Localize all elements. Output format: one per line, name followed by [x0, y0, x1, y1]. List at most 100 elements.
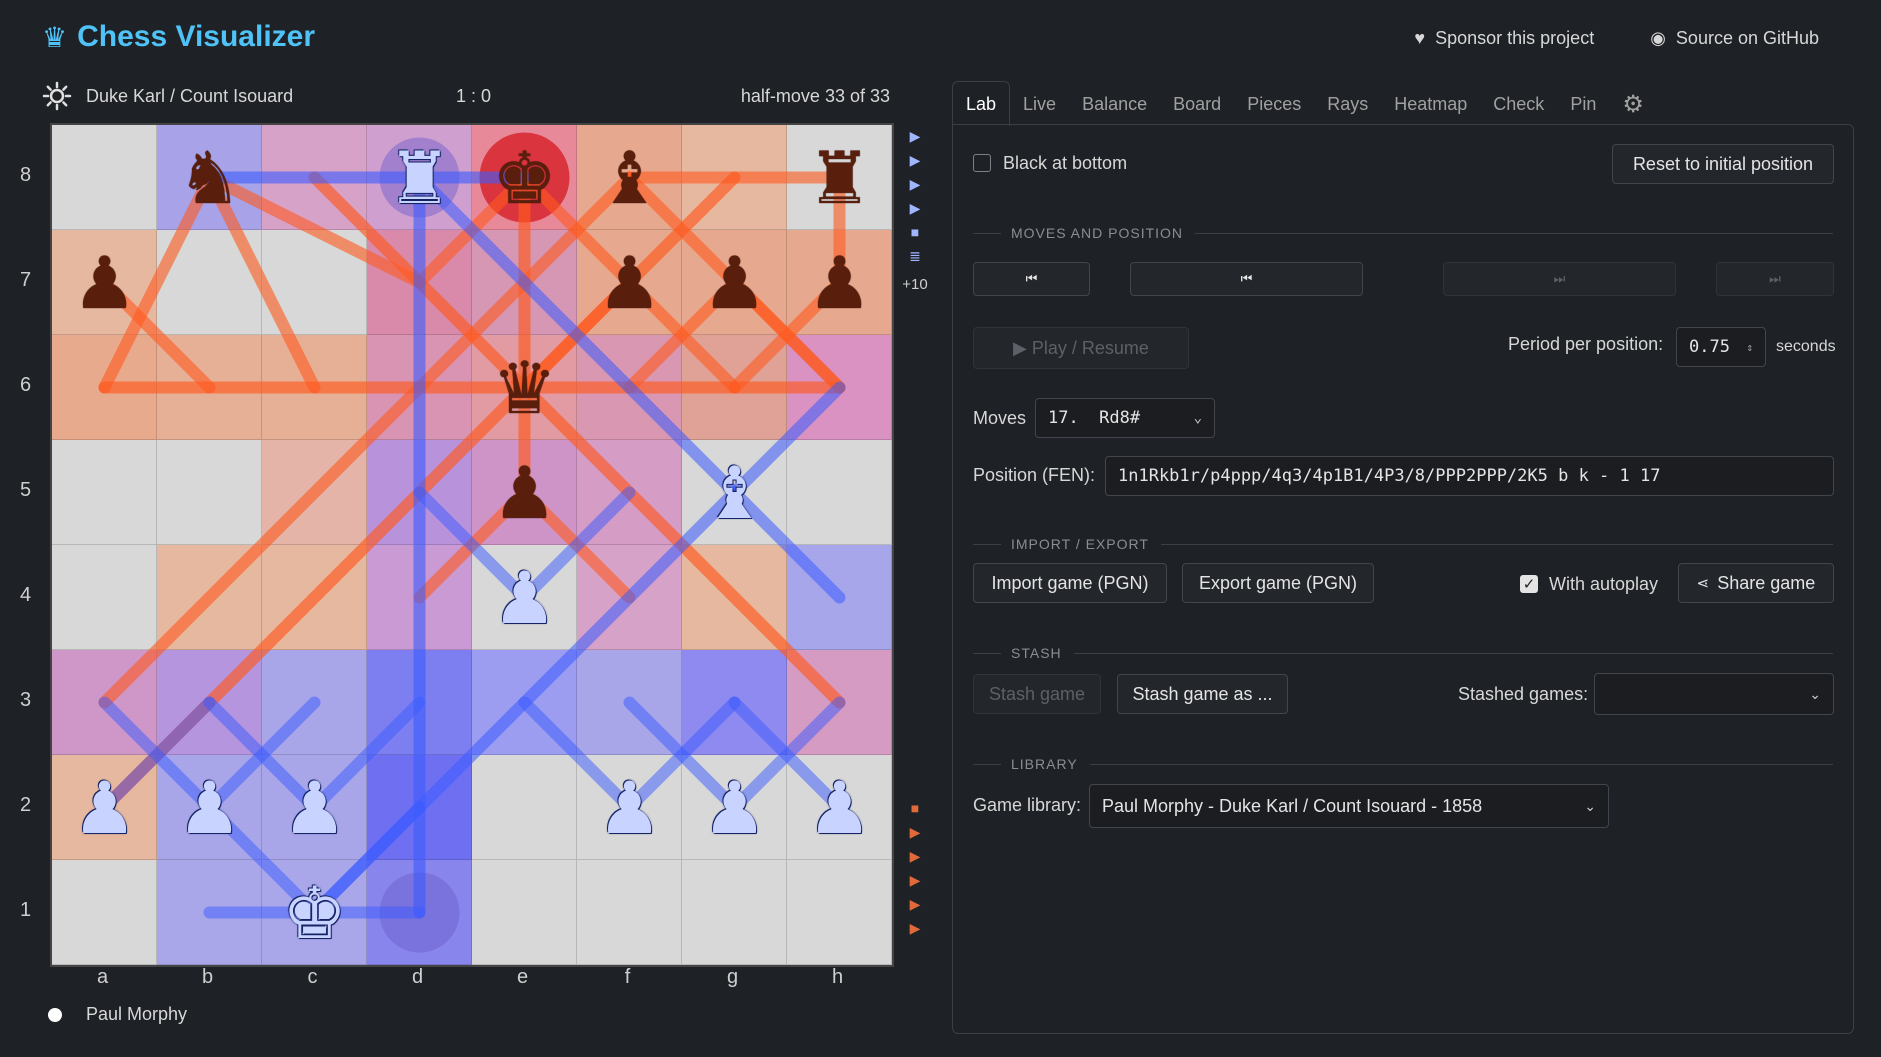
- import-pgn-button[interactable]: Import game (PGN): [973, 563, 1167, 603]
- tab-heatmap[interactable]: Heatmap: [1381, 82, 1480, 126]
- square-a3[interactable]: [52, 650, 157, 755]
- captured-knight-icon: ▶: [909, 152, 921, 168]
- chess-board[interactable]: ♞ ♜ ♚ ♝ ♜ ♟ ♟ ♟ ♟ ♛ ♟ ♝ ♟ ♟ ♟ ♟ ♟ ♟ ♟ ♚: [50, 123, 894, 967]
- square-d1[interactable]: [367, 860, 472, 965]
- square-g6[interactable]: [682, 335, 787, 440]
- white-player-name: Paul Morphy: [86, 1004, 188, 1024]
- white-rook-icon[interactable]: ♜: [367, 125, 472, 230]
- square-g8[interactable]: [682, 125, 787, 230]
- black-rook-icon[interactable]: ♜: [787, 125, 892, 230]
- square-d7[interactable]: [367, 230, 472, 335]
- square-f3[interactable]: [577, 650, 682, 755]
- autoplay-checkbox[interactable]: ✓: [1520, 575, 1538, 593]
- file-label: b: [201, 966, 214, 988]
- tab-rays[interactable]: Rays: [1314, 82, 1381, 126]
- white-king-icon[interactable]: ♚: [262, 860, 367, 965]
- stash-game-as-button[interactable]: Stash game as ...: [1117, 674, 1288, 714]
- square-c6[interactable]: [262, 335, 367, 440]
- black-pawn-icon[interactable]: ♟: [472, 440, 577, 545]
- square-h5[interactable]: [787, 440, 892, 545]
- period-input[interactable]: 0.75 ⇕: [1676, 327, 1766, 367]
- square-h3[interactable]: [787, 650, 892, 755]
- stashed-games-select[interactable]: ⌄: [1594, 673, 1834, 715]
- square-h1[interactable]: [787, 860, 892, 965]
- square-g3[interactable]: [682, 650, 787, 755]
- first-move-button[interactable]: ⏮: [973, 262, 1090, 296]
- stash-game-button[interactable]: Stash game: [973, 674, 1101, 714]
- square-c4[interactable]: [262, 545, 367, 650]
- square-b1[interactable]: [157, 860, 262, 965]
- square-f5[interactable]: [577, 440, 682, 545]
- white-bishop-icon[interactable]: ♝: [682, 440, 787, 545]
- square-h6[interactable]: [787, 335, 892, 440]
- tab-board[interactable]: Board: [1160, 82, 1234, 126]
- square-e1[interactable]: [472, 860, 577, 965]
- tab-pieces[interactable]: Pieces: [1234, 82, 1314, 126]
- square-g4[interactable]: [682, 545, 787, 650]
- square-d4[interactable]: [367, 545, 472, 650]
- black-knight-icon[interactable]: ♞: [157, 125, 262, 230]
- square-e2[interactable]: [472, 755, 577, 860]
- square-a4[interactable]: [52, 545, 157, 650]
- play-resume-button[interactable]: ▶ Play / Resume: [973, 327, 1189, 369]
- square-e3[interactable]: [472, 650, 577, 755]
- last-move-button[interactable]: ⏭: [1716, 262, 1834, 296]
- tab-balance[interactable]: Balance: [1069, 82, 1160, 126]
- black-at-bottom-checkbox[interactable]: [973, 154, 991, 172]
- square-d6[interactable]: [367, 335, 472, 440]
- square-d2[interactable]: [367, 755, 472, 860]
- black-king-icon[interactable]: ♚: [472, 125, 577, 230]
- white-pawn-icon[interactable]: ♟: [472, 545, 577, 650]
- tab-check[interactable]: Check: [1480, 82, 1557, 126]
- black-pawn-icon[interactable]: ♟: [787, 230, 892, 335]
- square-a5[interactable]: [52, 440, 157, 545]
- square-f1[interactable]: [577, 860, 682, 965]
- square-d5[interactable]: [367, 440, 472, 545]
- square-b7[interactable]: [157, 230, 262, 335]
- square-e7[interactable]: [472, 230, 577, 335]
- tab-pin[interactable]: Pin: [1557, 82, 1609, 126]
- square-b4[interactable]: [157, 545, 262, 650]
- white-pawn-icon[interactable]: ♟: [52, 755, 157, 860]
- captured-pawn-icon: ▶: [909, 872, 921, 888]
- github-link[interactable]: ◉ Source on GitHub: [1650, 28, 1819, 49]
- white-pawn-icon[interactable]: ♟: [262, 755, 367, 860]
- square-d3[interactable]: [367, 650, 472, 755]
- fen-input[interactable]: 1n1Rkb1r/p4ppp/4q3/4p1B1/4P3/8/PPP2PPP/2…: [1105, 456, 1834, 496]
- square-a1[interactable]: [52, 860, 157, 965]
- square-c5[interactable]: [262, 440, 367, 545]
- square-c7[interactable]: [262, 230, 367, 335]
- moves-select[interactable]: 17. Rd8# ⌄: [1035, 398, 1215, 438]
- tab-live[interactable]: Live: [1010, 82, 1069, 126]
- square-c8[interactable]: [262, 125, 367, 230]
- black-bishop-icon[interactable]: ♝: [577, 125, 682, 230]
- sponsor-link[interactable]: ♥ Sponsor this project: [1414, 28, 1594, 49]
- game-library-select[interactable]: Paul Morphy - Duke Karl / Count Isouard …: [1089, 784, 1609, 828]
- black-pawn-icon[interactable]: ♟: [52, 230, 157, 335]
- reset-button[interactable]: Reset to initial position: [1612, 144, 1834, 184]
- white-pawn-icon[interactable]: ♟: [577, 755, 682, 860]
- square-f6[interactable]: [577, 335, 682, 440]
- black-pawn-icon[interactable]: ♟: [682, 230, 787, 335]
- square-a6[interactable]: [52, 335, 157, 440]
- settings-tab[interactable]: ⚙: [1609, 82, 1657, 126]
- square-g1[interactable]: [682, 860, 787, 965]
- square-f4[interactable]: [577, 545, 682, 650]
- square-c3[interactable]: [262, 650, 367, 755]
- square-h4[interactable]: [787, 545, 892, 650]
- square-b3[interactable]: [157, 650, 262, 755]
- square-a8[interactable]: [52, 125, 157, 230]
- square-b5[interactable]: [157, 440, 262, 545]
- white-pawn-icon[interactable]: ♟: [682, 755, 787, 860]
- export-pgn-button[interactable]: Export game (PGN): [1182, 563, 1374, 603]
- black-queen-icon[interactable]: ♛: [472, 335, 577, 440]
- share-game-button[interactable]: ⋖ Share game: [1678, 563, 1834, 603]
- white-pawn-icon[interactable]: ♟: [157, 755, 262, 860]
- previous-move-button[interactable]: ⏮: [1130, 262, 1363, 296]
- tab-lab[interactable]: Lab: [952, 81, 1011, 126]
- black-pawn-icon[interactable]: ♟: [577, 230, 682, 335]
- next-move-button[interactable]: ⏭: [1443, 262, 1676, 296]
- white-pawn-icon[interactable]: ♟: [787, 755, 892, 860]
- spinner-icon[interactable]: ⇕: [1746, 341, 1753, 354]
- square-b6[interactable]: [157, 335, 262, 440]
